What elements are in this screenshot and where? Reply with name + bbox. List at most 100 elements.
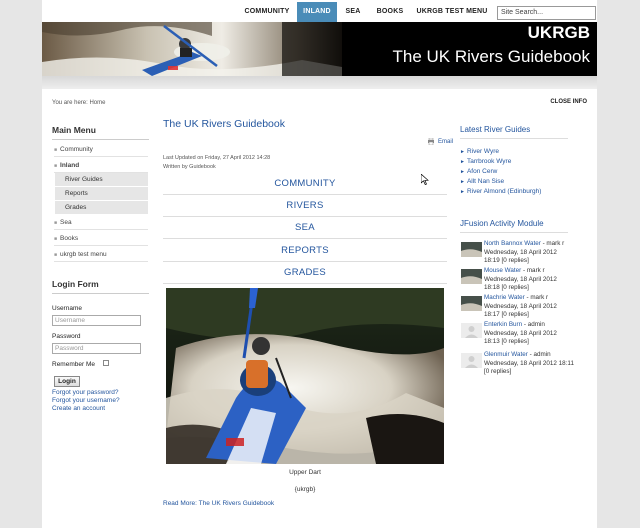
bullet-icon: ■: [54, 163, 58, 169]
activity-author: - mark r: [522, 267, 545, 274]
section-link-rivers[interactable]: RIVERS: [163, 195, 447, 217]
activity-replies: [0 replies]: [501, 257, 529, 264]
submenu-item-river-guides[interactable]: River Guides: [55, 173, 148, 187]
kayak-whitewater-photo: [166, 288, 444, 464]
activity-thumbnail: [461, 242, 482, 257]
menu-item-label: Books: [60, 235, 79, 242]
bullet-icon: ■: [54, 147, 58, 153]
search-input[interactable]: Site Search...: [497, 6, 596, 20]
close-info-button[interactable]: CLOSE INFO: [550, 99, 587, 105]
activity-author: - admin: [523, 321, 545, 328]
guide-link-river-almond[interactable]: ► River Almond (Edinburgh): [460, 188, 541, 195]
arrow-icon: ►: [460, 189, 465, 195]
site-title: UKRGB: [527, 23, 590, 42]
activity-text: North Bannox Water - mark r Wednesday, 1…: [484, 240, 574, 266]
bullet-icon: ■: [54, 252, 58, 258]
print-icon[interactable]: [427, 138, 435, 145]
header-divider: [42, 76, 597, 89]
written-by: Written by Guidebook: [163, 164, 216, 170]
activity-author: - mark r: [542, 240, 565, 247]
arrow-icon: ►: [460, 149, 465, 155]
menu-item-sea[interactable]: ■ Sea: [54, 215, 148, 230]
section-link-reports[interactable]: REPORTS: [163, 240, 447, 262]
last-updated: Last Updated on Friday, 27 April 2012 14…: [163, 155, 271, 161]
banner-kayak-photo: [42, 22, 342, 76]
bullet-icon: ■: [54, 236, 58, 242]
activity-topic-link[interactable]: Mouse Water: [484, 267, 521, 274]
header-banner: UKRGB The UK Rivers Guidebook: [42, 22, 597, 76]
section-link-sea[interactable]: SEA: [163, 217, 447, 239]
activity-topic-link[interactable]: Glenmuir Water: [484, 351, 528, 358]
nav-inland[interactable]: INLAND: [297, 2, 337, 22]
nav-sea[interactable]: SEA: [340, 2, 366, 22]
guide-link-label: Allt Nan Sise: [466, 178, 505, 185]
activity-text: Enterkin Burn - admin Wednesday, 18 Apri…: [484, 321, 574, 347]
guide-link-label: Tarrbrook Wyre: [466, 158, 512, 165]
email-icon[interactable]: Email: [438, 139, 453, 145]
activity-module-heading: JFusion Activity Module: [460, 219, 568, 233]
menu-item-label: ukrgb test menu: [60, 251, 107, 258]
activity-replies: [0 replies]: [484, 368, 512, 375]
guide-link-label: River Almond (Edinburgh): [466, 188, 542, 195]
remember-me-label: Remember Me: [52, 361, 95, 368]
username-input[interactable]: Username: [52, 315, 141, 326]
menu-item-ukrgb-test-menu[interactable]: ■ ukrgb test menu: [54, 247, 148, 262]
article-title[interactable]: The UK Rivers Guidebook: [163, 118, 285, 130]
activity-thumbnail: [461, 296, 482, 311]
activity-topic-link[interactable]: Enterkin Burn: [484, 321, 522, 328]
nav-ukrgb-test-menu[interactable]: UKRGB TEST MENU: [413, 2, 491, 22]
arrow-icon: ►: [460, 179, 465, 185]
photo-credit: {ukrgb}: [294, 486, 316, 493]
activity-author: - admin: [529, 351, 551, 358]
bullet-icon: ■: [54, 220, 58, 226]
activity-replies: [0 replies]: [501, 284, 529, 291]
nav-books[interactable]: BOOKS: [371, 2, 409, 22]
login-button[interactable]: Login: [54, 376, 80, 387]
guide-link-label: River Wyre: [466, 148, 500, 155]
avatar-placeholder-icon: [461, 323, 482, 338]
menu-item-inland[interactable]: ■ Inland: [54, 158, 148, 173]
page-container: COMMUNITY INLAND SEA BOOKS UKRGB TEST ME…: [42, 0, 597, 528]
guide-link-allt-nan-sise[interactable]: ► Allt Nan Sise: [460, 178, 504, 185]
nav-community[interactable]: COMMUNITY: [240, 2, 294, 22]
password-input[interactable]: Password: [52, 343, 141, 354]
activity-topic-link[interactable]: Machrie Water: [484, 294, 525, 301]
guide-link-river-wyre[interactable]: ► River Wyre: [460, 148, 499, 155]
main-menu-heading: Main Menu: [52, 125, 149, 140]
guide-link-tarrbrook-wyre[interactable]: ► Tarrbrook Wyre: [460, 158, 511, 165]
activity-item: North Bannox Water - mark r Wednesday, 1…: [461, 240, 573, 266]
breadcrumb: You are here: Home: [52, 100, 106, 106]
avatar-placeholder-icon: [461, 353, 482, 368]
guide-link-afon-cerw[interactable]: ► Afon Cerw: [460, 168, 497, 175]
menu-item-label: Inland: [60, 162, 80, 169]
activity-item: Enterkin Burn - admin Wednesday, 18 Apri…: [461, 321, 573, 347]
site-subtitle: The UK Rivers Guidebook: [392, 47, 590, 66]
latest-river-guides-heading: Latest River Guides: [460, 125, 568, 139]
remember-me-checkbox[interactable]: [103, 360, 109, 366]
section-link-grades[interactable]: GRADES: [163, 262, 447, 284]
read-more-link[interactable]: Read More: The UK Rivers Guidebook: [163, 500, 274, 507]
activity-replies: [0 replies]: [501, 311, 529, 318]
menu-item-label: Community: [60, 146, 93, 153]
submenu-item-grades[interactable]: Grades: [55, 201, 148, 215]
top-navigation: COMMUNITY INLAND SEA BOOKS UKRGB TEST ME…: [42, 2, 597, 22]
mouse-cursor-icon: [421, 174, 429, 185]
menu-item-community[interactable]: ■ Community: [54, 142, 148, 157]
activity-thumbnail: [461, 269, 482, 284]
password-label: Password: [52, 333, 81, 340]
submenu-item-reports[interactable]: Reports: [55, 187, 148, 201]
activity-author: - mark r: [526, 294, 549, 301]
activity-replies: [0 replies]: [501, 338, 529, 345]
activity-item: Machrie Water - mark r Wednesday, 18 Apr…: [461, 294, 573, 320]
photo-caption: Upper Dart: [289, 469, 321, 476]
activity-topic-link[interactable]: North Bannox Water: [484, 240, 541, 247]
menu-item-books[interactable]: ■ Books: [54, 231, 148, 246]
section-link-community[interactable]: COMMUNITY: [163, 173, 447, 195]
forgot-username-link[interactable]: Forgot your username?: [52, 397, 120, 404]
activity-item: Mouse Water - mark r Wednesday, 18 April…: [461, 267, 573, 293]
create-account-link[interactable]: Create an account: [52, 405, 105, 412]
arrow-icon: ►: [460, 159, 465, 165]
menu-item-label: Sea: [60, 219, 72, 226]
forgot-password-link[interactable]: Forgot your password?: [52, 389, 118, 396]
activity-date: Wednesday, 18 April 2012 18:11: [484, 359, 574, 367]
